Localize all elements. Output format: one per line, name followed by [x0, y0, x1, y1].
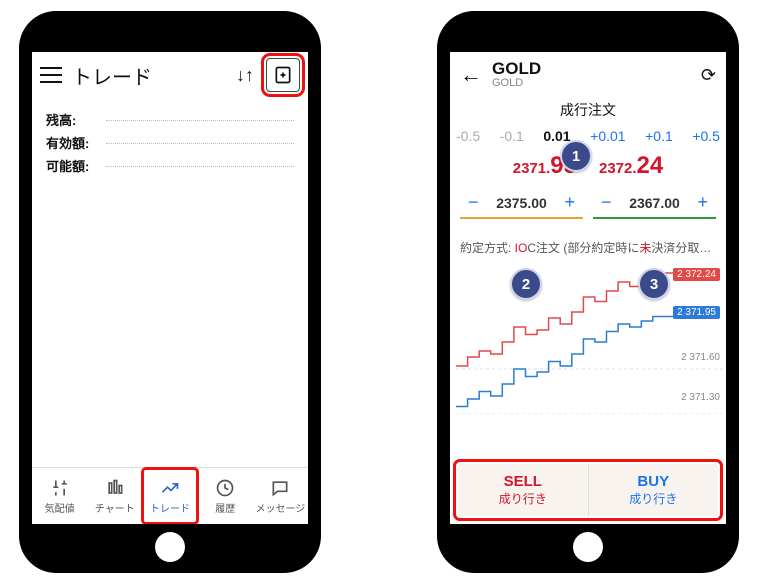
refresh-icon[interactable]: ⟳ — [701, 65, 716, 86]
tick-chart: 2 372.24 2 371.95 2 371.60 2 371.30 — [456, 264, 722, 414]
order-type-selector[interactable]: 成行注文 — [450, 100, 726, 120]
ask-price: 2372.24 — [599, 152, 663, 180]
lot-plus-01[interactable]: +0.1 — [645, 128, 673, 144]
free-margin-label: 可能額: — [46, 156, 102, 175]
sl-tp-row: − 2375.00 + − 2367.00 + — [450, 188, 726, 225]
sort-icon[interactable]: ↓↑ — [236, 65, 254, 86]
tab-messages-label: メッセージ — [256, 500, 306, 515]
tab-chart-label: チャート — [95, 500, 135, 515]
symbol-title: GOLD — [492, 60, 541, 78]
balance-label: 残高: — [46, 110, 102, 129]
sl-value: 2375.00 — [496, 195, 547, 211]
bottom-tab-bar: 気配値 チャート トレード 履歴 メッセージ — [32, 467, 308, 524]
buy-sell-bar: SELL 成り行き BUY 成り行き — [458, 464, 718, 516]
back-icon[interactable]: ← — [460, 62, 482, 88]
tp-value: 2367.00 — [629, 195, 680, 211]
symbol-box[interactable]: GOLD GOLD — [492, 60, 541, 89]
screen-left: トレード ↓↑ 残高: 有効額: 可能額: — [32, 52, 308, 524]
lot-plus-05[interactable]: +0.5 — [692, 128, 720, 144]
tab-trade[interactable]: トレード — [142, 468, 197, 524]
lot-minus-01[interactable]: -0.1 — [500, 128, 524, 144]
home-button-icon — [155, 532, 185, 562]
chart-ylabel-2: 2 371.30 — [681, 392, 720, 403]
equity-label: 有効額: — [46, 133, 102, 152]
lot-stepper: -0.5 -0.1 0.01 +0.01 +0.1 +0.5 — [450, 120, 726, 148]
tab-trade-label: トレード — [150, 500, 190, 515]
header: トレード ↓↑ — [32, 52, 308, 98]
sl-plus-icon[interactable]: + — [560, 192, 579, 213]
stop-loss-field[interactable]: − 2375.00 + — [460, 188, 583, 219]
tab-history-label: 履歴 — [215, 500, 235, 515]
tab-messages[interactable]: メッセージ — [253, 468, 308, 524]
equity-row: 有効額: — [46, 133, 294, 152]
order-header: ← GOLD GOLD ⟳ — [450, 52, 726, 98]
phone-frame-left: トレード ↓↑ 残高: 有効額: 可能額: — [20, 12, 320, 572]
free-margin-row: 可能額: — [46, 156, 294, 175]
screen-right: ← GOLD GOLD ⟳ 成行注文 -0.5 -0.1 0.01 +0.01 … — [450, 52, 726, 524]
bid-price-tag: 2 371.95 — [673, 306, 720, 319]
execution-mode-row[interactable]: 約定方式: IOC注文 (部分約定時に未決済分取… — [450, 225, 726, 264]
lot-plus-001[interactable]: +0.01 — [590, 128, 625, 144]
menu-icon[interactable] — [40, 67, 62, 83]
tp-minus-icon[interactable]: − — [597, 192, 616, 213]
annotation-badge-3: 3 — [638, 268, 670, 300]
annotation-badge-2: 2 — [510, 268, 542, 300]
annotation-badge-1: 1 — [560, 140, 592, 172]
phone-frame-right: ← GOLD GOLD ⟳ 成行注文 -0.5 -0.1 0.01 +0.01 … — [438, 12, 738, 572]
chart-ylabel-1: 2 371.60 — [681, 352, 720, 363]
tab-history[interactable]: 履歴 — [198, 468, 253, 524]
page-title: トレード — [72, 61, 152, 90]
sl-minus-icon[interactable]: − — [464, 192, 483, 213]
tab-quotes[interactable]: 気配値 — [32, 468, 87, 524]
buy-button[interactable]: BUY 成り行き — [589, 464, 719, 516]
home-button-icon — [573, 532, 603, 562]
tab-quotes-label: 気配値 — [45, 500, 75, 515]
tp-plus-icon[interactable]: + — [693, 192, 712, 213]
sell-button[interactable]: SELL 成り行き — [458, 464, 589, 516]
take-profit-field[interactable]: − 2367.00 + — [593, 188, 716, 219]
lot-minus-05[interactable]: -0.5 — [456, 128, 480, 144]
ask-price-tag: 2 372.24 — [673, 268, 720, 281]
account-summary: 残高: 有効額: 可能額: — [32, 98, 308, 187]
symbol-subtitle: GOLD — [492, 78, 541, 90]
new-order-button[interactable] — [266, 58, 300, 92]
tab-chart[interactable]: チャート — [87, 468, 142, 524]
balance-row: 残高: — [46, 110, 294, 129]
